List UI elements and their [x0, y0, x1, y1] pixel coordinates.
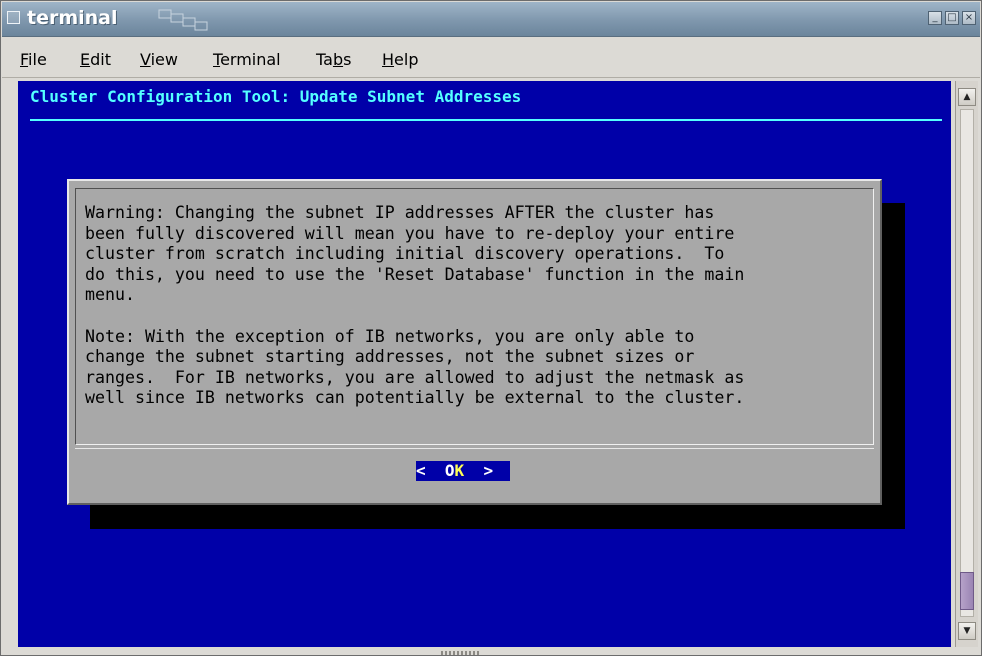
menu-bar: File Edit View Terminal Tabs Help [2, 37, 980, 78]
menu-mnemonic: V [140, 50, 151, 69]
ok-button-prefix: O [444, 461, 455, 480]
vertical-scrollbar[interactable]: ▲ ▼ [955, 81, 978, 647]
scroll-down-icon[interactable]: ▼ [958, 622, 976, 640]
menu-edit[interactable]: Edit [80, 50, 111, 69]
title-bar[interactable]: terminal _ □ × [2, 2, 980, 37]
menu-file[interactable]: File [20, 50, 47, 69]
menu-mnemonic: E [80, 50, 91, 69]
menu-mnemonic: b [332, 50, 344, 69]
scroll-thumb[interactable] [960, 572, 974, 610]
maximize-button[interactable]: □ [945, 11, 959, 25]
menu-tabs[interactable]: Tabs [316, 50, 351, 69]
ok-button[interactable]: < OK > [416, 461, 510, 481]
terminal-window: terminal _ □ × File Edit View Terminal T… [0, 0, 982, 656]
close-button[interactable]: × [962, 11, 976, 25]
window-menu-icon[interactable] [7, 11, 20, 24]
ok-button-left: < [416, 461, 445, 480]
screen-title: Cluster Configuration Tool: Update Subne… [30, 87, 522, 106]
scroll-trough[interactable] [960, 109, 974, 617]
menu-help[interactable]: Help [382, 50, 418, 69]
menu-terminal[interactable]: Terminal [213, 50, 281, 69]
menu-mnemonic: H [382, 50, 395, 69]
terminal-screen[interactable]: Cluster Configuration Tool: Update Subne… [18, 81, 951, 647]
warning-dialog: Warning: Changing the subnet IP addresse… [67, 179, 882, 505]
dialog-separator [75, 448, 874, 451]
dialog-message: Warning: Changing the subnet IP addresse… [85, 203, 745, 408]
window-title: terminal [27, 7, 118, 29]
menu-mnemonic: F [20, 50, 29, 69]
resize-grip-icon[interactable] [441, 651, 481, 655]
minimize-button[interactable]: _ [928, 11, 942, 25]
title-decoration-icon [158, 9, 208, 31]
menu-mnemonic: T [213, 50, 221, 69]
scroll-up-icon[interactable]: ▲ [958, 88, 976, 106]
menu-view[interactable]: View [140, 50, 178, 69]
title-rule [30, 119, 942, 121]
ok-button-right: > [464, 461, 494, 480]
ok-button-hotkey: K [454, 461, 465, 480]
